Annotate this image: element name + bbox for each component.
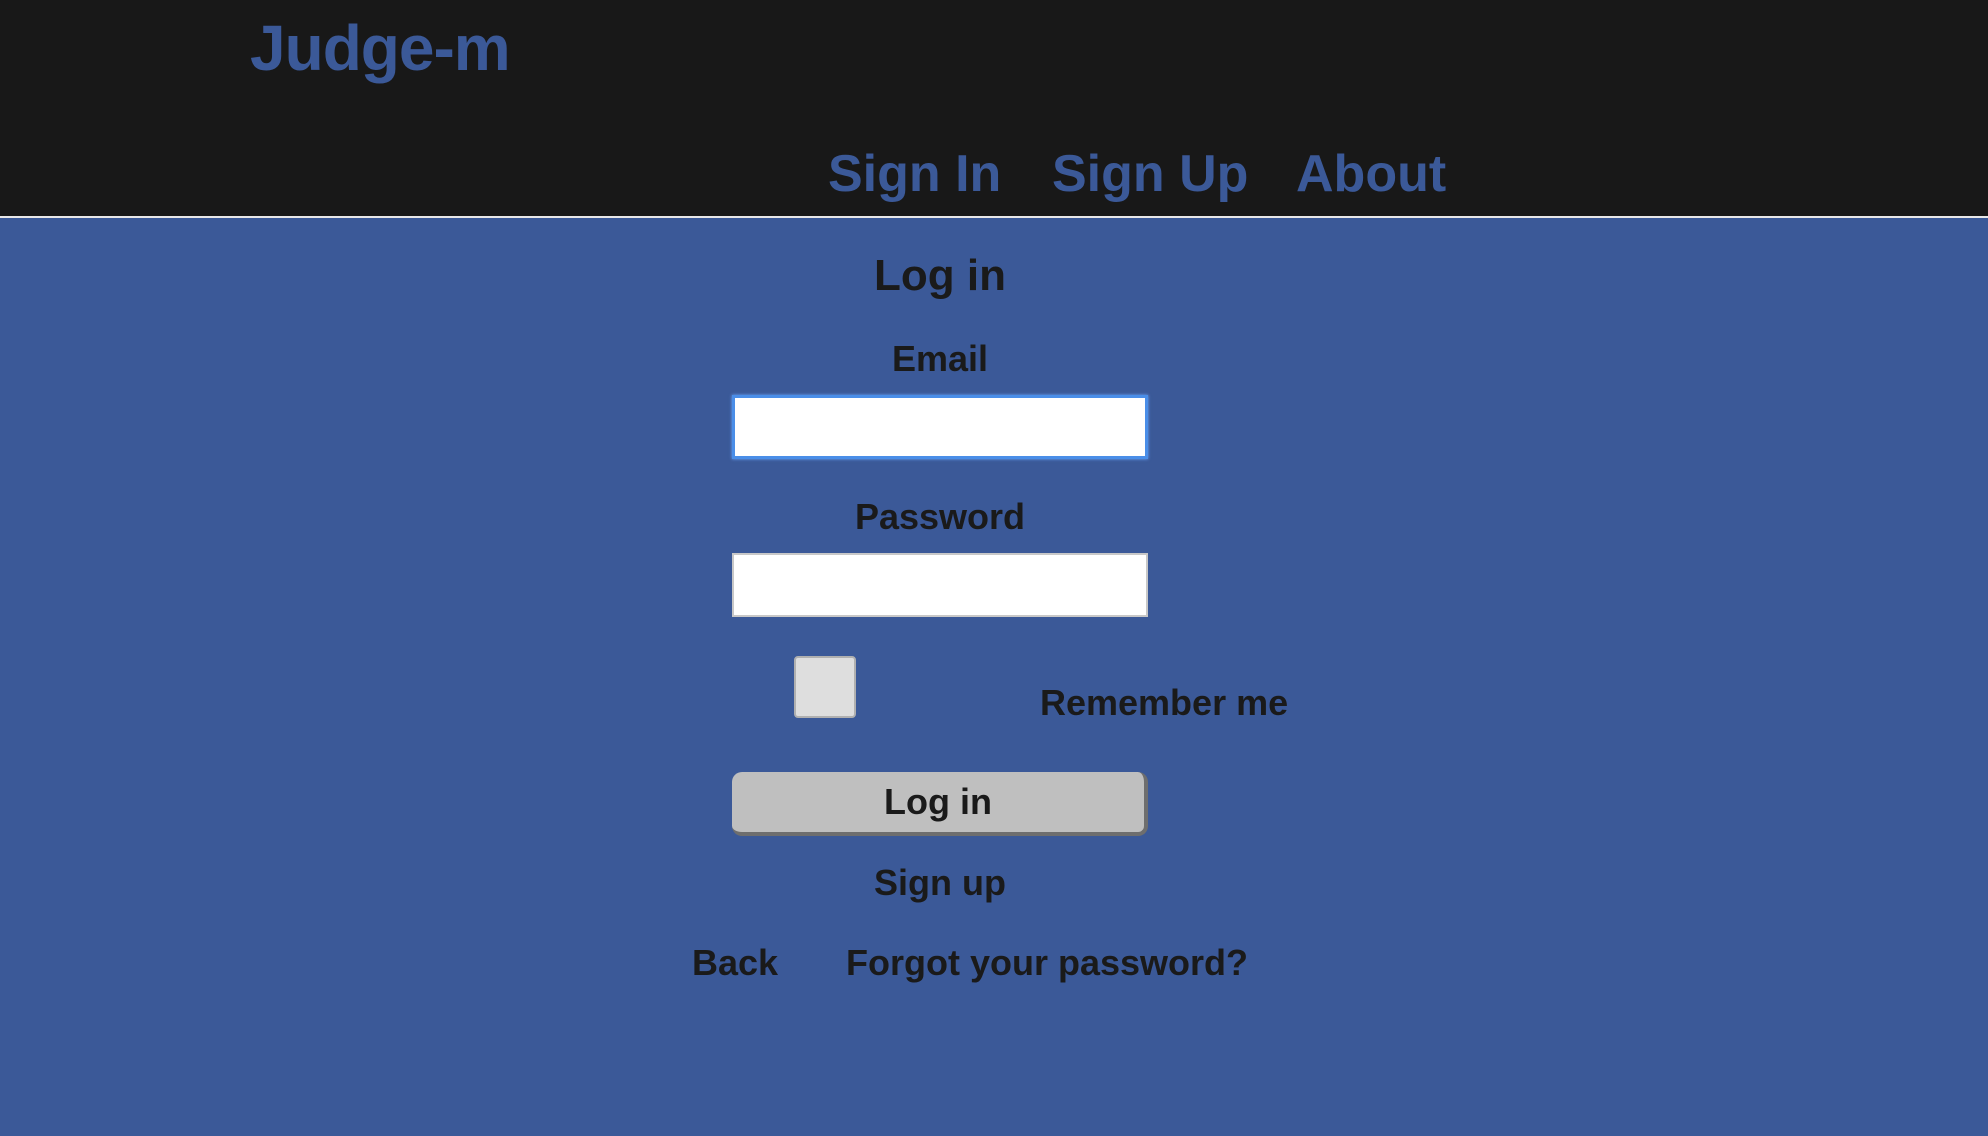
brand-logo[interactable]: Judge-m bbox=[250, 6, 511, 90]
top-header: Judge-m Sign In Sign Up About bbox=[0, 0, 1988, 218]
remember-me-label[interactable]: Remember me bbox=[1040, 680, 1288, 726]
back-link[interactable]: Back bbox=[692, 940, 778, 986]
password-field[interactable] bbox=[732, 553, 1148, 617]
nav-sign-in-link[interactable]: Sign In bbox=[828, 140, 1001, 208]
log-in-button[interactable]: Log in bbox=[732, 772, 1148, 836]
nav-sign-up-link[interactable]: Sign Up bbox=[1052, 140, 1248, 208]
remember-me-checkbox[interactable] bbox=[794, 656, 856, 718]
forgot-password-link[interactable]: Forgot your password? bbox=[846, 940, 1248, 986]
sign-up-link[interactable]: Sign up bbox=[740, 860, 1140, 906]
email-label: Email bbox=[891, 338, 989, 379]
nav-about-link[interactable]: About bbox=[1296, 140, 1446, 208]
email-field[interactable] bbox=[732, 395, 1148, 459]
page-title: Log in bbox=[874, 251, 1006, 300]
password-label: Password bbox=[854, 496, 1026, 537]
